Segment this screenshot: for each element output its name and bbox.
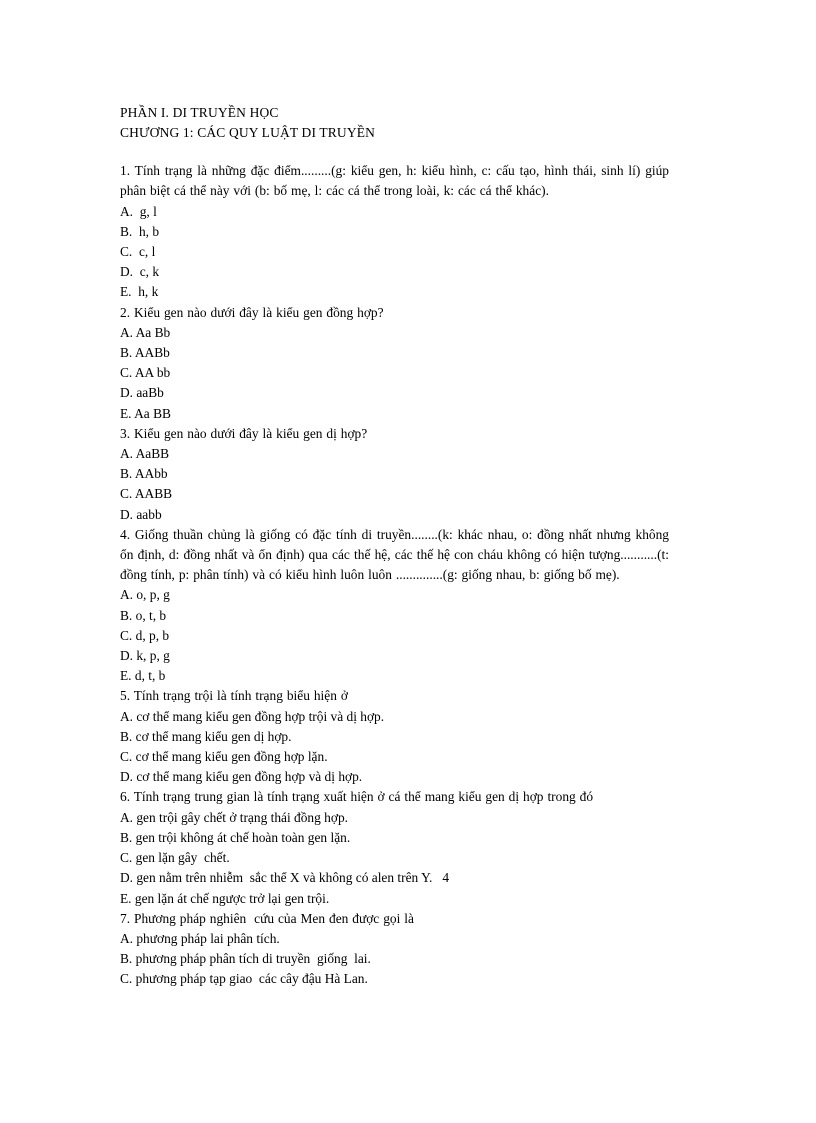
answer-option: D. k, p, g bbox=[120, 648, 170, 664]
document-text-block: PHẦN I. DI TRUYỀN HỌC CHƯƠNG 1: CÁC QUY … bbox=[120, 103, 669, 990]
question-block-1: 1. Tính trạng là những đặc điểm.........… bbox=[120, 161, 669, 302]
answer-option: C. AABB bbox=[120, 486, 173, 502]
answer-option: C. gen lặn gây chết. bbox=[120, 850, 230, 866]
question-block-4: 4. Giống thuần chủng là giống có đặc tín… bbox=[120, 525, 669, 687]
question-stem: 3. Kiểu gen nào dưới đây là kiểu gen dị … bbox=[120, 425, 368, 441]
question-block-3: 3. Kiểu gen nào dưới đây là kiểu gen dị … bbox=[120, 424, 669, 525]
question-stem: 1. Tính trạng là những đặc điểm.........… bbox=[120, 163, 669, 199]
document-page: PHẦN I. DI TRUYỀN HỌC CHƯƠNG 1: CÁC QUY … bbox=[0, 0, 816, 1123]
question-stem: 6. Tính trạng trung gian là tính trạng x… bbox=[120, 789, 594, 805]
answer-option: C. AA bb bbox=[120, 365, 171, 381]
answer-option: C. c, l bbox=[120, 244, 156, 259]
answer-option: D. cơ thể mang kiểu gen đồng hợp và dị h… bbox=[120, 769, 363, 785]
answer-option: A. g, l bbox=[120, 203, 157, 219]
question-stem: 7. Phương pháp nghiên cứu của Men đen đư… bbox=[120, 910, 414, 926]
heading-spacer bbox=[120, 142, 669, 161]
answer-option: D. gen nằm trên nhiễm sắc thể X và không… bbox=[120, 870, 450, 886]
question-block-2: 2. Kiểu gen nào dưới đây là kiểu gen đồn… bbox=[120, 303, 669, 424]
chapter-heading: CHƯƠNG 1: CÁC QUY LUẬT DI TRUYỀN bbox=[120, 124, 376, 140]
answer-option: D. c, k bbox=[120, 264, 160, 280]
answer-option: D. aaBb bbox=[120, 385, 164, 401]
question-stem: 4. Giống thuần chủng là giống có đặc tín… bbox=[120, 526, 669, 583]
answer-option: B. AABb bbox=[120, 345, 170, 361]
answer-option: E. d, t, b bbox=[120, 668, 166, 684]
question-block-5: 5. Tính trạng trội là tính trạng biểu hi… bbox=[120, 686, 669, 787]
answer-option: A. AaBB bbox=[120, 446, 170, 462]
answer-option: B. gen trội không át chế hoàn toàn gen l… bbox=[120, 829, 351, 845]
answer-option: B. AAbb bbox=[120, 466, 168, 482]
answer-option: C. d, p, b bbox=[120, 627, 170, 643]
answer-option: C. phương pháp tạp giao các cây đậu Hà L… bbox=[120, 971, 368, 987]
question-block-6: 6. Tính trạng trung gian là tính trạng x… bbox=[120, 787, 669, 908]
question-stem: 5. Tính trạng trội là tính trạng biểu hi… bbox=[120, 688, 348, 704]
answer-option: E. h, k bbox=[120, 284, 159, 300]
answer-option: A. Aa Bb bbox=[120, 324, 171, 340]
answer-option: B. h, b bbox=[120, 223, 160, 239]
answer-option: A. phương pháp lai phân tích. bbox=[120, 930, 280, 946]
answer-option: A. o, p, g bbox=[120, 587, 170, 603]
answer-option: B. o, t, b bbox=[120, 607, 167, 623]
answer-option: D. aabb bbox=[120, 506, 162, 522]
answer-option: A. gen trội gây chết ở trạng thái đồng h… bbox=[120, 809, 348, 825]
question-block-7: 7. Phương pháp nghiên cứu của Men đen đư… bbox=[120, 909, 669, 990]
answer-option: B. cơ thể mang kiểu gen dị hợp. bbox=[120, 728, 292, 744]
answer-option: B. phương pháp phân tích di truyền giống… bbox=[120, 951, 371, 967]
part-heading: PHẦN I. DI TRUYỀN HỌC bbox=[120, 105, 279, 120]
answer-option: A. cơ thể mang kiểu gen đồng hợp trội và… bbox=[120, 708, 385, 724]
question-stem: 2. Kiểu gen nào dưới đây là kiểu gen đồn… bbox=[120, 304, 384, 320]
answer-option: C. cơ thể mang kiểu gen đồng hợp lặn. bbox=[120, 749, 328, 765]
answer-option: E. Aa BB bbox=[120, 405, 171, 421]
answer-option: E. gen lặn át chế ngược trở lại gen trội… bbox=[120, 890, 330, 906]
